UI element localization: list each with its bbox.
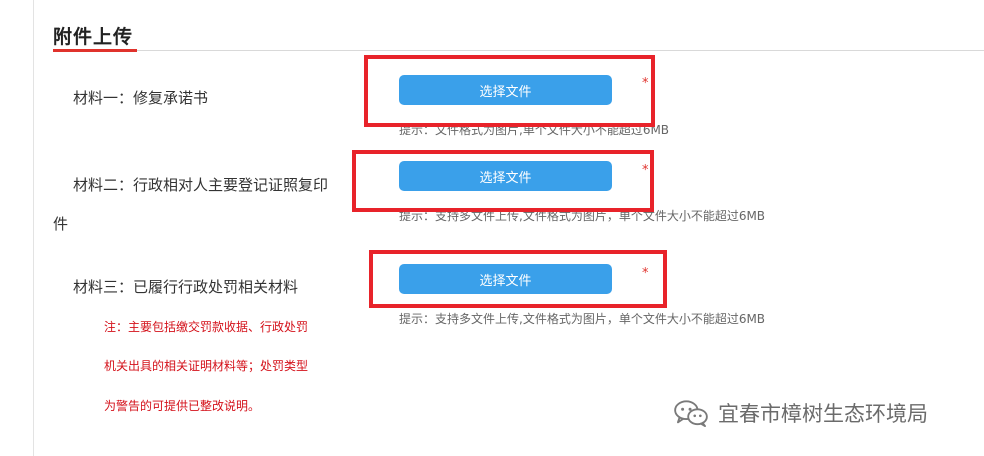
material-2-highlight-box: [352, 150, 654, 212]
section-title: 附件上传: [53, 26, 134, 48]
left-border: [33, 0, 34, 456]
material-2-label-line1: 材料二：行政相对人主要登记证照复印: [73, 176, 329, 194]
title-underline: [53, 49, 137, 52]
title-divider: [137, 50, 984, 51]
material-1-label: 材料一：修复承诺书: [73, 89, 209, 107]
material-3-label: 材料三：已履行行政处罚相关材料: [73, 278, 299, 296]
wechat-icon: [674, 400, 708, 427]
material-2-label-line2: 件: [53, 215, 69, 233]
note-line-3: 为警告的可提供已整改说明。: [104, 399, 261, 413]
material-1-highlight-box: [364, 55, 655, 127]
watermark: 宜春市樟树生态环境局: [672, 398, 928, 428]
watermark-text: 宜春市樟树生态环境局: [718, 402, 928, 426]
note-line-2: 机关出具的相关证明材料等；处罚类型: [104, 359, 309, 373]
note-line-1: 注：主要包括缴交罚款收据、行政处罚: [104, 320, 309, 334]
material-3-hint: 提示：支持多文件上传,文件格式为图片，单个文件大小不能超过6MB: [399, 312, 766, 326]
material-3-highlight-box: [369, 250, 667, 308]
